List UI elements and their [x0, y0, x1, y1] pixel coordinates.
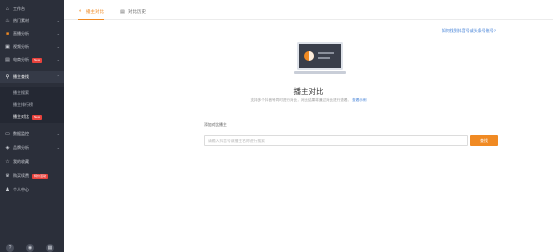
new-badge: New [32, 57, 43, 63]
video-icon: ▣ [5, 43, 10, 50]
description-text: 支持多个抖音号同时进行对比，对比结果将通过对比进行查看。 [250, 98, 352, 102]
chevron-down-icon: ⌄ [56, 31, 60, 36]
fire-icon: ♨ [5, 17, 10, 24]
chat-icon[interactable]: ◉ [26, 244, 34, 252]
live-icon: ■ [5, 30, 10, 37]
sidebar-item-label: 电商分析 [13, 57, 29, 62]
search-icon: ⚲ [5, 73, 10, 80]
chevron-down-icon: ⌄ [56, 18, 60, 23]
tab-label: 播主对比 [86, 8, 104, 14]
brand-icon: ◈ [5, 144, 10, 151]
tab-streamer-compare[interactable]: ◐ 播主对比 [78, 4, 104, 20]
history-icon: ▤ [120, 8, 125, 15]
sidebar-item-data-monitor[interactable]: ▭ 数据监控 ⌄ [0, 128, 64, 140]
sidebar-subitem-streamer-ranking[interactable]: 播主排行榜 [0, 99, 64, 111]
qrcode-icon[interactable]: ▦ [46, 244, 54, 252]
sidebar-item-label: 播主查找 [13, 74, 29, 79]
sidebar-item-profile[interactable]: ♟ 个人中心 [0, 184, 64, 196]
compare-icon: ◐ [78, 8, 83, 14]
star-icon: ☆ [5, 158, 10, 165]
sidebar-item-label: 播主对比 [13, 114, 29, 119]
sidebar-item-label: 播主搜索 [13, 90, 29, 95]
tab-compare-history[interactable]: ▤ 对比历史 [120, 4, 146, 20]
sidebar-item-label: 品牌分析 [13, 145, 29, 150]
cart-icon: ▤ [5, 56, 10, 63]
sidebar-subitem-streamer-compare[interactable]: 播主对比 New [0, 111, 64, 123]
sidebar-item-label: 我的收藏 [13, 159, 29, 164]
sidebar-item-live-analysis[interactable]: ■ 直播分析 ⌄ [0, 28, 64, 40]
tab-bar: ◐ 播主对比 ▤ 对比历史 [64, 0, 553, 20]
tab-label: 对比历史 [128, 9, 146, 14]
chevron-down-icon: ⌄ [56, 57, 60, 62]
new-badge: New [32, 114, 43, 120]
search-input[interactable] [204, 135, 468, 146]
sidebar-item-label: 播主排行榜 [13, 102, 33, 107]
chevron-down-icon: ⌄ [56, 145, 60, 150]
sidebar: ⌂ 工作台 ♨ 热门素材 ⌄ ■ 直播分析 ⌄ ▣ 视频分析 ⌄ ▤ 电商分析 … [0, 0, 64, 252]
help-link[interactable]: 如何找到抖音号或头条号账号? [442, 28, 496, 34]
page-title: 播主对比 [293, 87, 324, 96]
main-content: ◐ 播主对比 ▤ 对比历史 如何找到抖音号或头条号账号? 播主对比 支持多个抖音… [64, 0, 553, 252]
sidebar-item-label: 个人中心 [13, 187, 29, 192]
sidebar-item-label: 数据监控 [13, 131, 29, 136]
crown-icon: ♛ [5, 172, 10, 179]
promo-badge: 特价活动 [32, 173, 49, 179]
sidebar-item-label: 热门素材 [13, 18, 29, 23]
sidebar-item-video-analysis[interactable]: ▣ 视频分析 ⌄ [0, 41, 64, 53]
sidebar-item-label: 视频分析 [13, 44, 29, 49]
sidebar-item-favorites[interactable]: ☆ 我的收藏 [0, 156, 64, 168]
sidebar-item-ecommerce[interactable]: ▤ 电商分析 New ⌄ [0, 54, 64, 66]
user-icon: ♟ [5, 186, 10, 193]
sidebar-item-purchase[interactable]: ♛ 购买续费 特价活动 [0, 170, 64, 182]
sidebar-item-hot-material[interactable]: ♨ 热门素材 ⌄ [0, 15, 64, 27]
example-link[interactable]: 查看示例 [352, 98, 366, 102]
sidebar-item-label: 直播分析 [13, 31, 29, 36]
monitor-icon: ▭ [5, 130, 10, 137]
home-icon: ⌂ [5, 5, 10, 12]
sidebar-item-workbench[interactable]: ⌂ 工作台 [0, 3, 64, 15]
page-description: 支持多个抖音号同时进行对比，对比结果将通过对比进行查看。 查看示例 [64, 98, 553, 103]
sidebar-item-brand-analysis[interactable]: ◈ 品牌分析 ⌄ [0, 142, 64, 154]
help-icon[interactable]: ? [6, 244, 14, 252]
sidebar-item-label: 工作台 [13, 6, 25, 11]
chevron-down-icon: ⌄ [56, 131, 60, 136]
chevron-up-icon: ⌃ [56, 74, 60, 79]
sidebar-subitem-streamer-search[interactable]: 播主搜索 [0, 87, 64, 99]
sidebar-item-label: 购买续费 [13, 173, 29, 178]
compare-monitor-illustration [294, 42, 346, 74]
sidebar-footer: ? ◉ ▦ [6, 244, 54, 252]
chevron-down-icon: ⌄ [56, 44, 60, 49]
sidebar-item-streamer-search[interactable]: ⚲ 播主查找 ⌃ [0, 71, 64, 83]
add-streamer-label: 添加对比播主 [204, 123, 227, 127]
search-button[interactable]: 查找 [470, 135, 498, 146]
